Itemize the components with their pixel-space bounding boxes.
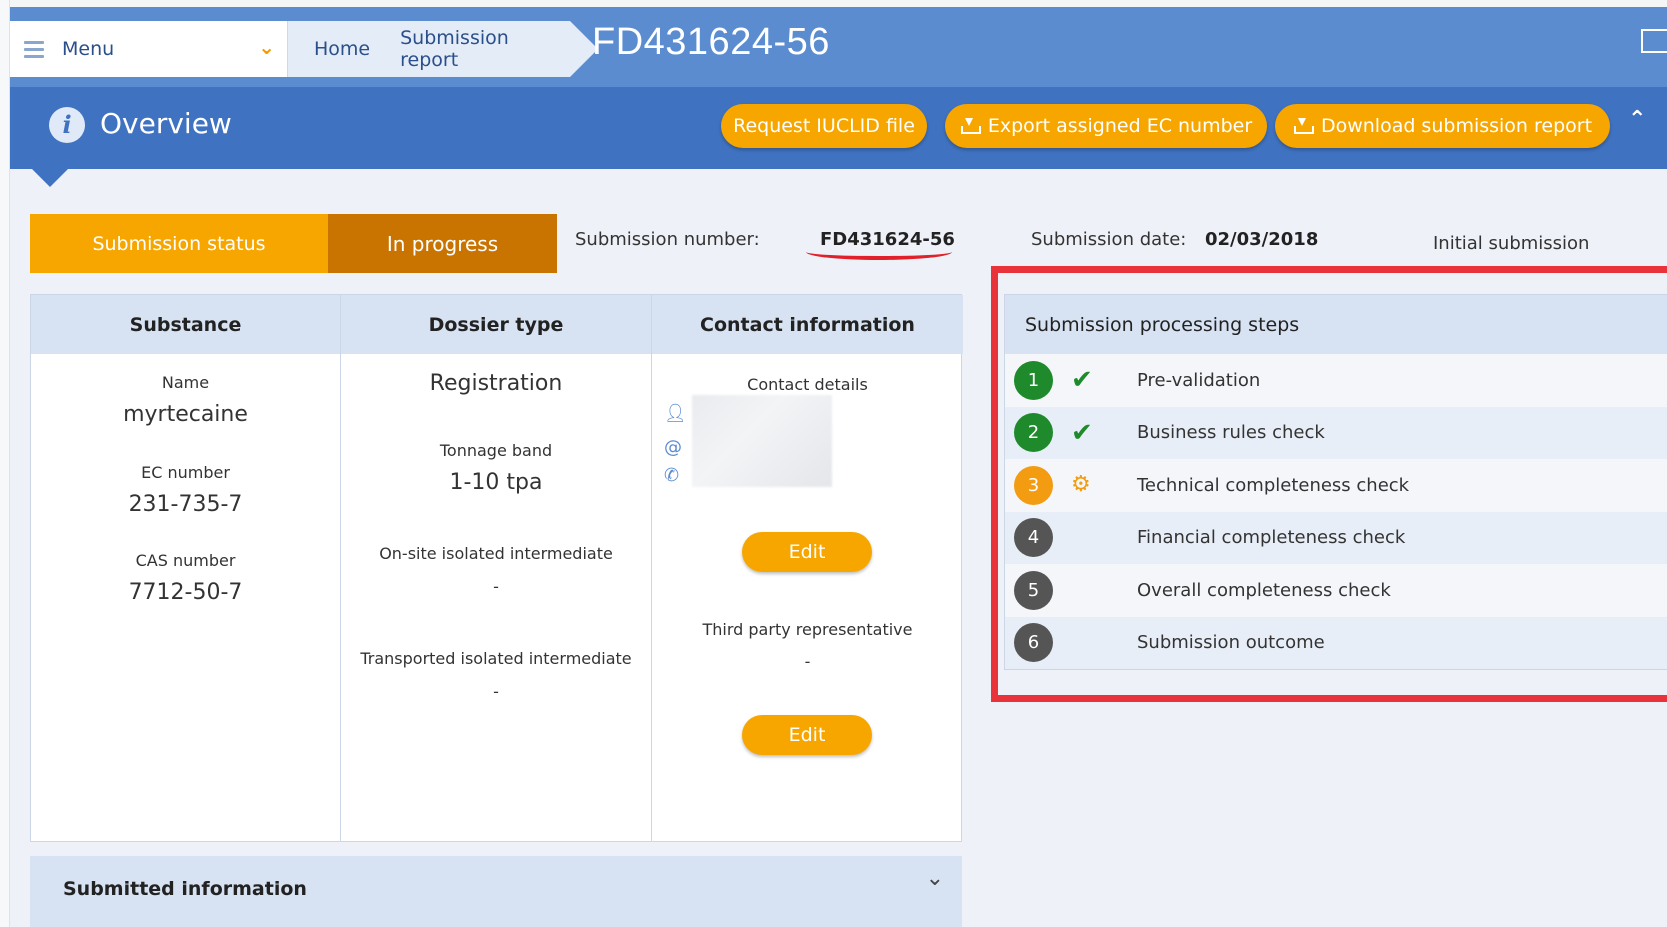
submitted-information-panel[interactable]: Submitted information ⌄ <box>30 856 962 927</box>
step-list: 1 ✔ Pre-validation 2 ✔ Business rules check 3 ⚙… <box>1005 354 1667 669</box>
request-iuclid-label: Request IUCLID file <box>733 115 915 137</box>
cas-number-value: 7712-50-7 <box>128 580 243 605</box>
edit-label: Edit <box>788 724 826 746</box>
submission-date-value: 02/03/2018 <box>1205 229 1319 250</box>
download-report-button[interactable]: Download submission report <box>1275 104 1610 148</box>
breadcrumb-home[interactable]: Home <box>314 38 370 60</box>
transported-intermediate-value: - <box>493 682 499 701</box>
cas-number-label: CAS number <box>135 551 236 570</box>
submission-number-value: FD431624-56 <box>820 229 955 250</box>
step-label: Business rules check <box>1137 422 1325 444</box>
breadcrumb: Home Submission report <box>288 21 598 77</box>
onsite-intermediate-label: On-site isolated intermediate <box>379 544 613 563</box>
submission-date-label: Submission date: <box>1031 229 1187 250</box>
submission-info-table: Substance Name myrtecaine EC number 231-… <box>30 294 963 842</box>
chevron-down-icon[interactable]: ⌄ <box>926 866 944 891</box>
step-row: 6 Submission outcome <box>1005 616 1667 669</box>
dossier-column: Dossier type Registration Tonnage band 1… <box>341 295 652 841</box>
tonnage-value: 1-10 tpa <box>449 470 543 495</box>
ec-number-label: EC number <box>141 463 230 482</box>
step-row: 1 ✔ Pre-validation <box>1005 354 1667 407</box>
email-icon: @ <box>664 437 682 458</box>
overview-header: i Overview Request IUCLID file Export as… <box>10 87 1667 187</box>
left-edge <box>0 0 10 927</box>
contact-details-label: Contact details <box>747 375 868 394</box>
processing-steps-header: Submission processing steps <box>1005 295 1667 354</box>
onsite-intermediate-value: - <box>493 577 499 596</box>
ec-number-value: 231-735-7 <box>128 492 243 517</box>
step-row: 5 Overall completeness check <box>1005 564 1667 617</box>
overview-title: Overview <box>100 107 232 140</box>
contact-header: Contact information <box>652 295 963 354</box>
name-label: Name <box>161 373 210 392</box>
transported-intermediate-label: Transported isolated intermediate <box>360 649 632 668</box>
phone-icon: ✆ <box>664 465 680 486</box>
menu-label: Menu <box>62 38 115 60</box>
step-number-badge: 5 <box>1014 570 1053 610</box>
processing-steps-panel: Submission processing steps 1 ✔ Pre-valida… <box>1004 294 1667 670</box>
dossier-header: Dossier type <box>341 295 651 354</box>
substance-header: Substance <box>31 295 340 354</box>
submission-number-label: Submission number: <box>575 229 760 250</box>
dossier-type-value: Registration <box>429 371 563 396</box>
step-label: Overall completeness check <box>1137 579 1391 601</box>
submission-status-label: Submission status <box>30 214 328 273</box>
checkmark-icon: ✔ <box>1071 365 1093 396</box>
top-strip <box>0 0 1667 7</box>
edit-contact-button[interactable]: Edit <box>742 532 872 572</box>
third-party-value: - <box>804 652 811 671</box>
step-number-badge: 2 <box>1014 413 1053 453</box>
hamburger-icon <box>24 40 44 58</box>
step-label: Technical completeness check <box>1137 474 1410 496</box>
download-report-label: Download submission report <box>1320 115 1593 137</box>
name-value: myrtecaine <box>123 402 248 427</box>
tonnage-label: Tonnage band <box>439 441 553 460</box>
red-underline-annotation <box>806 252 952 260</box>
submission-type: Initial submission <box>1433 233 1590 254</box>
book-icon[interactable] <box>1641 29 1667 53</box>
submission-status-value: In progress <box>328 214 557 273</box>
step-number-badge: 3 <box>1014 465 1053 505</box>
download-icon <box>960 118 981 134</box>
gears-icon: ⚙ <box>1071 472 1091 498</box>
third-party-label: Third party representative <box>702 620 913 639</box>
top-bar: Menu ⌄ Home Submission report FD431624-5… <box>10 7 1667 87</box>
step-number-badge: 6 <box>1014 623 1053 663</box>
edit-third-party-button[interactable]: Edit <box>742 715 872 755</box>
step-row: 2 ✔ Business rules check <box>1005 406 1667 459</box>
step-number-badge: 1 <box>1014 360 1053 400</box>
step-label: Financial completeness check <box>1137 527 1406 549</box>
step-number-badge: 4 <box>1014 518 1053 558</box>
download-icon <box>1293 118 1314 134</box>
step-row: 4 Financial completeness check <box>1005 511 1667 564</box>
export-ec-button[interactable]: Export assigned EC number <box>945 104 1267 148</box>
submitted-information-label: Submitted information <box>63 878 307 900</box>
page-title: FD431624-56 <box>592 21 830 63</box>
export-ec-label: Export assigned EC number <box>987 115 1253 137</box>
chevron-up-icon[interactable]: ⌃ <box>1628 107 1646 132</box>
step-row: 3 ⚙ Technical completeness check <box>1005 459 1667 512</box>
person-icon: 👤︎ <box>664 403 687 424</box>
edit-label: Edit <box>788 541 826 563</box>
info-icon: i <box>49 107 85 143</box>
menu-dropdown[interactable]: Menu ⌄ <box>10 21 288 77</box>
chevron-down-icon: ⌄ <box>258 35 275 59</box>
step-label: Pre-validation <box>1137 369 1261 391</box>
substance-column: Substance Name myrtecaine EC number 231-… <box>31 295 341 841</box>
redacted-contact-details <box>692 395 832 487</box>
breadcrumb-submission-report[interactable]: Submission report <box>400 27 570 71</box>
checkmark-icon: ✔ <box>1071 417 1093 448</box>
request-iuclid-button[interactable]: Request IUCLID file <box>721 104 927 148</box>
step-label: Submission outcome <box>1137 632 1325 654</box>
contact-column: Contact information Contact details 👤︎ @… <box>652 295 963 841</box>
